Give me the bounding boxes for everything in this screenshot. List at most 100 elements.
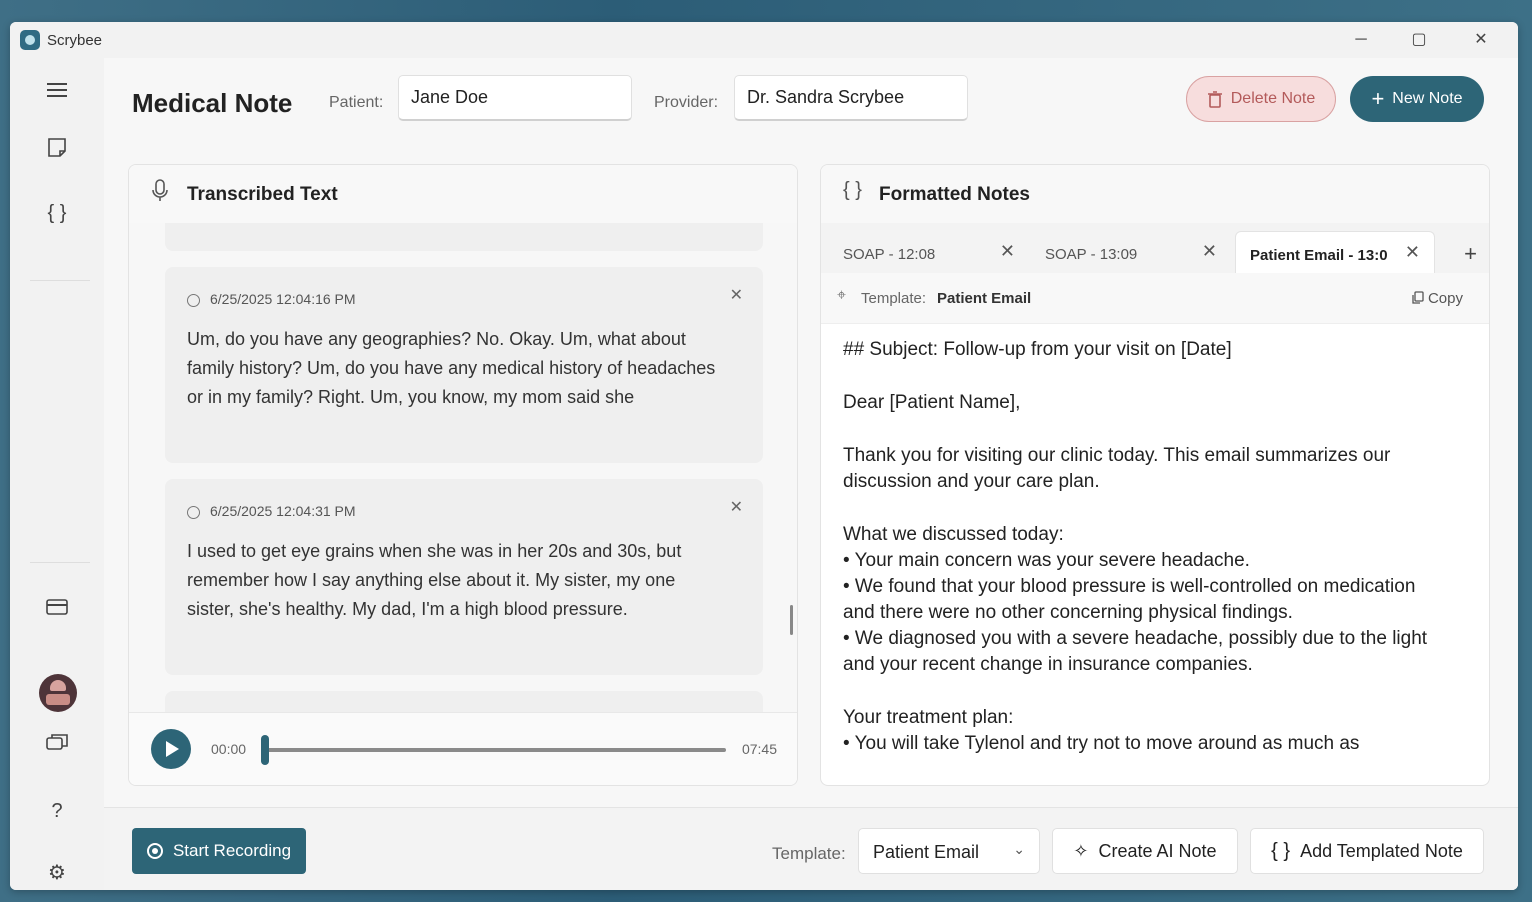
current-time: 00:00 — [211, 741, 247, 757]
note-bullet: • You will take Tylenol and try not to m… — [843, 733, 1360, 754]
note-greeting: Dear [Patient Name], — [843, 392, 1021, 413]
note-icon[interactable] — [42, 136, 72, 166]
play-button[interactable] — [151, 729, 191, 769]
close-tab-icon[interactable]: ✕ — [1202, 241, 1217, 262]
add-templated-note-button[interactable]: { } Add Templated Note — [1250, 828, 1484, 874]
braces-icon: { } — [1271, 839, 1291, 862]
start-recording-label: Start Recording — [172, 841, 292, 860]
sidebar-divider — [30, 280, 90, 281]
tab-soap-1208[interactable]: SOAP - 12:08 ✕ — [829, 231, 1029, 273]
chat-icon[interactable] — [42, 732, 72, 762]
audio-progress-track[interactable] — [266, 748, 726, 752]
plus-icon: + — [1371, 86, 1385, 111]
bottom-toolbar: Start Recording Template: Patient Email … — [104, 807, 1518, 890]
close-window-button[interactable]: ✕ — [1466, 28, 1496, 52]
template-select-value: Patient Email — [873, 842, 980, 862]
close-tab-icon[interactable]: ✕ — [1405, 242, 1420, 263]
transcript-list[interactable]: 6/25/2025 12:04:16 PM ✕ Um, do you have … — [129, 223, 797, 713]
formatted-note-body[interactable]: ## Subject: Follow-up from your visit on… — [843, 337, 1449, 757]
transcript-entry: 6/25/2025 12:04:16 PM ✕ Um, do you have … — [165, 267, 763, 463]
app-window: Scrybee ─ ▢ ✕ { } ? ⚙ Medical Note Patie… — [10, 22, 1518, 890]
template-label: Template: — [861, 290, 927, 307]
help-icon[interactable]: ? — [42, 796, 72, 826]
sidebar: { } ? ⚙ — [10, 58, 104, 890]
notes-panel-header: { } Formatted Notes — [821, 165, 1489, 224]
add-tab-button[interactable]: + — [1464, 241, 1477, 267]
delete-note-label: Delete Note — [1230, 90, 1316, 107]
audio-player: 00:00 07:45 — [129, 712, 797, 785]
gear-icon[interactable]: ⚙ — [42, 858, 72, 888]
audio-progress-handle[interactable] — [261, 735, 269, 765]
template-value: Patient Email — [937, 290, 1032, 307]
tab-label: Patient Email - 13:0 — [1250, 247, 1388, 264]
tab-soap-1309[interactable]: SOAP - 13:09 ✕ — [1031, 231, 1231, 273]
page-title: Medical Note — [132, 88, 293, 118]
note-discussed-heading: What we discussed today: — [843, 524, 1064, 545]
new-note-label: New Note — [1392, 90, 1463, 107]
create-ai-note-button[interactable]: ✧ Create AI Note — [1052, 828, 1238, 874]
chevron-down-icon: ⌄ — [1013, 841, 1025, 857]
transcript-timestamp: 6/25/2025 12:04:16 PM — [187, 291, 356, 307]
app-title: Scrybee — [47, 32, 103, 49]
notes-panel: { } Formatted Notes SOAP - 12:08 ✕ SOAP … — [820, 164, 1490, 786]
hamburger-menu-icon[interactable] — [42, 78, 72, 108]
transcript-scrollbar[interactable] — [790, 605, 793, 635]
provider-label: Provider: — [654, 94, 719, 111]
add-templated-note-label: Add Templated Note — [1300, 840, 1463, 861]
new-note-button[interactable]: + New Note — [1350, 76, 1484, 122]
delete-note-button[interactable]: Delete Note — [1186, 76, 1336, 122]
clock-icon — [187, 294, 200, 307]
transcript-panel-title: Transcribed Text — [187, 184, 338, 205]
note-intro: Thank you for visiting our clinic today.… — [843, 445, 1391, 492]
remove-entry-button[interactable]: ✕ — [730, 497, 743, 517]
note-bullet: • Your main concern was your severe head… — [843, 550, 1250, 571]
sparkle-icon: ✧ — [1073, 840, 1089, 861]
patient-label: Patient: — [329, 94, 384, 111]
transcript-panel-header: Transcribed Text — [129, 165, 797, 224]
copy-button[interactable]: Copy — [1412, 290, 1463, 307]
note-bullet: • We diagnosed you with a severe headach… — [843, 628, 1428, 675]
note-plan-heading: Your treatment plan: — [843, 707, 1014, 728]
remove-entry-button[interactable]: ✕ — [730, 285, 743, 305]
app-logo-icon — [20, 30, 40, 50]
note-header: Medical Note Patient: Provider: Delete N… — [104, 58, 1518, 138]
tab-patient-email[interactable]: Patient Email - 13:0 ✕ — [1235, 231, 1435, 273]
template-bar: ⌖ Template: Patient Email Copy — [821, 273, 1489, 324]
main-content: Medical Note Patient: Provider: Delete N… — [104, 58, 1518, 890]
braces-icon: { } — [843, 179, 862, 201]
close-tab-icon[interactable]: ✕ — [1000, 241, 1015, 262]
avatar[interactable] — [39, 674, 77, 712]
tab-label: SOAP - 13:09 — [1045, 246, 1138, 263]
template-select-label: Template: — [772, 844, 846, 863]
transcript-entry-partial — [165, 223, 763, 251]
tag-icon: ⌖ — [837, 287, 847, 304]
duration: 07:45 — [741, 741, 777, 757]
title-bar[interactable]: Scrybee ─ ▢ ✕ — [10, 22, 1518, 58]
braces-icon[interactable]: { } — [42, 198, 72, 228]
transcript-entry: 6/25/2025 12:04:31 PM ✕ I used to get ey… — [165, 479, 763, 675]
microphone-icon — [151, 179, 169, 209]
sidebar-divider — [30, 562, 90, 563]
transcript-panel: Transcribed Text 6/25/2025 12:04:16 PM ✕… — [128, 164, 798, 786]
minimize-button[interactable]: ─ — [1346, 28, 1376, 52]
record-icon — [146, 843, 163, 859]
create-ai-note-label: Create AI Note — [1098, 840, 1217, 861]
transcript-text: Um, do you have any geographies? No. Oka… — [187, 329, 716, 407]
trash-icon — [1207, 91, 1222, 108]
transcript-timestamp: 6/25/2025 12:04:31 PM — [187, 503, 356, 519]
clock-icon — [187, 506, 200, 519]
provider-input[interactable] — [734, 75, 968, 121]
copy-label: Copy — [1427, 290, 1463, 307]
template-select[interactable]: Patient Email ⌄ — [858, 828, 1040, 874]
copy-icon — [1412, 291, 1424, 304]
notes-panel-title: Formatted Notes — [879, 184, 1030, 205]
start-recording-button[interactable]: Start Recording — [132, 828, 306, 874]
note-tabs: SOAP - 12:08 ✕ SOAP - 13:09 ✕ Patient Em… — [821, 223, 1489, 274]
card-icon[interactable] — [42, 596, 72, 626]
tab-label: SOAP - 12:08 — [843, 246, 936, 263]
transcript-entry-partial — [165, 691, 763, 713]
maximize-button[interactable]: ▢ — [1404, 28, 1434, 52]
note-subject: ## Subject: Follow-up from your visit on… — [843, 339, 1232, 360]
transcript-text: I used to get eye grains when she was in… — [187, 541, 682, 619]
patient-input[interactable] — [398, 75, 632, 121]
